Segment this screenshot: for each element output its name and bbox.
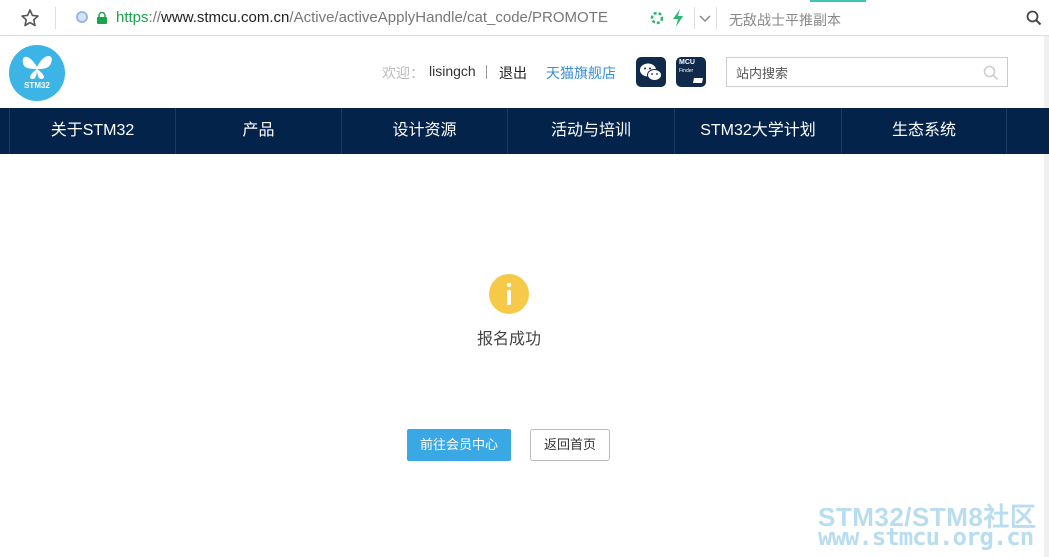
stm32-logo[interactable]: STM32 [9,45,65,101]
nav-item-events[interactable]: 活动与培训 [507,108,674,154]
search-input[interactable] [736,64,976,82]
wechat-icon[interactable] [636,57,666,87]
nav-item-about[interactable]: 关于STM32 [9,108,175,154]
nav-item-products[interactable]: 产品 [175,108,341,154]
url-domain: www.stmcu.com.cn [161,9,290,26]
nav-item-design-resources[interactable]: 设计资源 [341,108,507,154]
info-icon [489,274,529,314]
bookmark-star-icon[interactable] [20,8,40,28]
search-icon[interactable] [983,65,999,81]
logo-text: STM32 [24,81,50,90]
main-nav: 关于STM32 产品 设计资源 活动与培训 STM32大学计划 生态系统 [0,108,1049,154]
divider [716,7,717,29]
url-separator: :// [148,9,162,26]
browser-search-hint[interactable]: 无敌战士平推副本 [729,10,841,30]
back-home-button[interactable]: 返回首页 [530,429,610,461]
watermark-url: www.stmcu.org.cn [818,523,1034,551]
username-link[interactable]: lisingch [429,63,476,79]
divider [694,7,695,29]
nav-item-university[interactable]: STM32大学计划 [674,108,841,154]
tmall-store-link[interactable]: 天猫旗舰店 [546,63,616,83]
mcu-finder-icon[interactable]: MCU Finder [676,57,706,87]
browser-toolbar: https://www.stmcu.com.cn/Active/activeAp… [0,0,1049,36]
nav-item-ecosystem[interactable]: 生态系统 [841,108,1007,154]
address-bar[interactable]: https://www.stmcu.com.cn/Active/activeAp… [116,9,608,26]
site-info-icon[interactable] [76,11,88,23]
divider [486,65,487,79]
divider [55,7,56,29]
site-search [726,57,1008,87]
search-icon[interactable] [1026,10,1042,26]
welcome-label: 欢迎： [382,65,424,81]
site-header: STM32 欢迎： lisingch 退出 天猫旗舰店 MCU Finder [0,37,1044,108]
url-scheme: https [116,9,149,26]
member-center-button[interactable]: 前往会员中心 [407,429,511,461]
logout-link[interactable]: 退出 [499,63,527,83]
tab-indicator [810,0,866,2]
url-path: /Active/activeApplyHandle/cat_code/PROMO… [289,9,608,26]
success-message: 报名成功 [476,331,541,348]
chevron-down-icon[interactable] [698,11,712,25]
lock-icon[interactable] [96,12,108,24]
lightning-icon[interactable] [671,9,685,27]
refresh-extension-icon[interactable] [650,11,664,25]
